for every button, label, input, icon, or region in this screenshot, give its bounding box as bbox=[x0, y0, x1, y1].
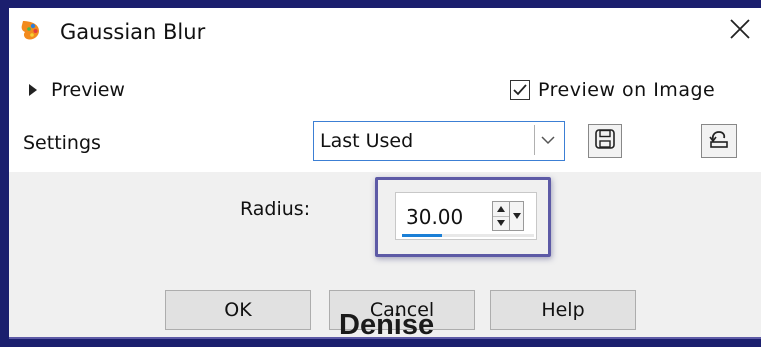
settings-label: Settings bbox=[23, 132, 101, 154]
window-title: Gaussian Blur bbox=[60, 20, 206, 44]
close-button[interactable] bbox=[725, 16, 755, 46]
watermark-text: Denise bbox=[339, 309, 435, 340]
spin-up-icon[interactable] bbox=[493, 202, 509, 217]
preview-label: Preview bbox=[51, 79, 125, 101]
preview-toggle[interactable]: Preview bbox=[29, 78, 125, 102]
preset-dropdown[interactable]: Last Used bbox=[313, 121, 565, 161]
preview-on-image-label: Preview on Image bbox=[538, 79, 716, 101]
radius-value[interactable]: 30.00 bbox=[406, 205, 463, 229]
preset-value: Last Used bbox=[320, 130, 414, 152]
radius-spinbox[interactable]: 30.00 bbox=[395, 192, 537, 240]
help-button[interactable]: Help bbox=[490, 290, 636, 330]
preview-on-image-checkbox[interactable]: Preview on Image bbox=[510, 76, 715, 104]
radius-slider-track[interactable] bbox=[402, 234, 534, 237]
close-icon bbox=[729, 18, 751, 44]
save-preset-button[interactable] bbox=[588, 124, 622, 158]
title-bar: Gaussian Blur bbox=[9, 8, 761, 58]
radius-label: Radius: bbox=[240, 198, 311, 220]
radius-slider-fill bbox=[402, 234, 442, 237]
paintshop-pro-icon bbox=[19, 19, 43, 43]
spin-buttons bbox=[492, 201, 510, 231]
chevron-down-icon[interactable] bbox=[534, 125, 561, 155]
triangle-right-icon bbox=[29, 84, 37, 96]
checkbox-checked[interactable] bbox=[510, 80, 530, 100]
spin-down-icon[interactable] bbox=[493, 216, 509, 230]
gaussian-blur-dialog: Gaussian Blur Preview Preview on Image S… bbox=[9, 8, 761, 339]
floppy-disk-icon bbox=[594, 128, 616, 154]
value-menu-arrow-icon[interactable] bbox=[510, 201, 524, 231]
reset-preset-button[interactable] bbox=[701, 124, 737, 158]
reset-preset-icon bbox=[707, 128, 731, 154]
preview-row: Preview Preview on Image bbox=[9, 70, 761, 110]
ok-button[interactable]: OK bbox=[165, 290, 311, 330]
